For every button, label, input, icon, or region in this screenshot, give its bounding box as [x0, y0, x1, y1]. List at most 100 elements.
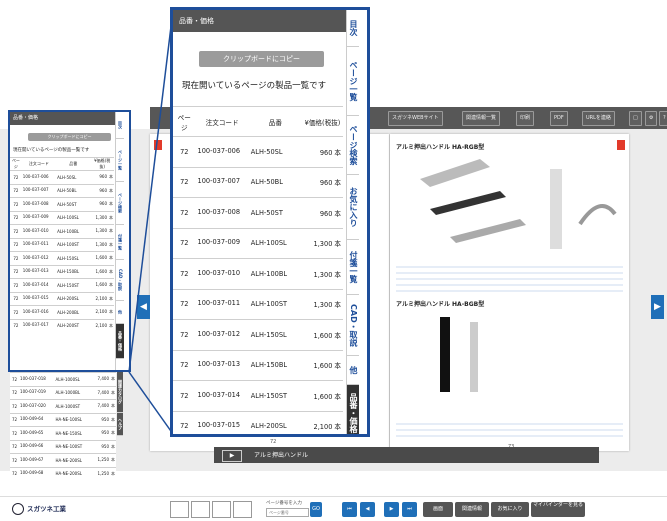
unit-text: 本 — [334, 301, 341, 310]
cell-text: 100-037-015 — [197, 421, 241, 430]
unit-text: 本 — [334, 423, 341, 432]
price-cell: 960 本 — [302, 166, 343, 198]
part-number-cell: ALH-150SL — [248, 319, 303, 350]
product-price-panel: 品番・価格 クリップボードにコピー 現在開いているページの製品一覧です ページ注… — [170, 7, 370, 437]
page-cell: 72 — [173, 380, 196, 411]
part-number-cell: ALH-100BL — [248, 258, 303, 289]
cell-text: 72 — [180, 147, 189, 156]
price-cell: 1,300 本 — [302, 258, 343, 289]
table-row[interactable]: 72 100-037-012 ALH-150SL 1,600 本 — [173, 319, 343, 350]
cell-text: 72 — [180, 208, 189, 217]
table-row[interactable]: 72 100-037-009 ALH-100SL 1,300 本 — [173, 227, 343, 259]
screen-button[interactable]: 画面 — [423, 502, 453, 517]
table-header-row: ページ 注文コード 品番 ¥価格(税抜) — [173, 106, 343, 137]
cell-text: 72 — [180, 269, 189, 278]
cell-text: 1,300 — [313, 240, 333, 249]
page-number-input[interactable] — [266, 508, 309, 517]
cell-text: 72 — [180, 422, 189, 431]
cell-text: 1,300 — [313, 301, 333, 310]
related-info-footer-button[interactable]: 関連情報 — [455, 502, 489, 517]
last-page-button[interactable]: ⏭ — [402, 502, 417, 517]
table-row[interactable]: 72 100-037-013 ALH-150BL 1,600 本 — [173, 349, 343, 381]
cell-text: 72 — [180, 330, 189, 339]
table-row[interactable]: 72 100-037-010 ALH-100BL 1,300 本 — [173, 258, 343, 289]
page-cell: 72 — [173, 319, 196, 350]
price-cell: 1,600 本 — [302, 380, 343, 411]
cell-text: 2,100 — [313, 423, 333, 432]
tab-4[interactable]: 付箋一覧 — [347, 240, 359, 295]
cell-text: 72 — [180, 300, 189, 309]
order-code-cell: 100-037-012 — [195, 319, 249, 350]
copy-to-clipboard-button[interactable]: クリップボードにコピー — [199, 51, 324, 67]
next-page-button[interactable]: ▶ — [384, 502, 399, 517]
brand-logo-icon — [12, 503, 24, 515]
order-code-cell: 100-037-007 — [195, 166, 249, 198]
page-cell: 72 — [173, 197, 196, 228]
info-icon[interactable] — [191, 501, 210, 518]
part-number-cell: ALH-50BL — [248, 166, 303, 198]
cell-text: ALH-50ST — [250, 208, 283, 217]
tab-2[interactable]: ページ検索 — [347, 116, 359, 175]
cell-text: 100-037-008 — [197, 207, 241, 216]
cell-text: ALH-150ST — [250, 391, 288, 400]
order-code-cell: 100-037-011 — [195, 288, 249, 320]
cell-text: 72 — [180, 239, 189, 248]
tab-0[interactable]: 目次 — [347, 10, 359, 47]
cell-text: 960 — [319, 209, 333, 218]
cell-text: ALH-50BL — [250, 178, 283, 187]
cell-text: 100-037-014 — [197, 390, 241, 399]
tab-6[interactable]: 他 — [347, 356, 359, 385]
unit-text: 本 — [334, 331, 341, 340]
cell-text: 100-037-010 — [197, 268, 241, 277]
price-cell: 2,100 本 — [302, 410, 343, 434]
tab-5[interactable]: CAD・取説 — [347, 295, 359, 356]
tab-1[interactable]: ページ一覧 — [347, 47, 359, 116]
page-cell: 72 — [173, 227, 196, 259]
panel-header: 品番・価格 — [173, 10, 367, 32]
page-icon[interactable] — [233, 501, 252, 518]
table-row[interactable]: 72 100-037-015 ALH-200SL 2,100 本 — [173, 410, 343, 434]
my-binder-button[interactable]: マイバインダーを見る — [531, 502, 585, 517]
panel-tabs: 目次ページ一覧ページ検索お気に入り付箋一覧CAD・取説他品番・価格関 — [346, 10, 367, 434]
first-page-button[interactable]: ⏮ — [342, 502, 357, 517]
table-row[interactable]: 72 100-037-014 ALH-150ST 1,600 本 — [173, 380, 343, 411]
tab-7[interactable]: 品番・価格 — [347, 385, 359, 434]
cell-text: ALH-100ST — [250, 300, 288, 309]
unit-text: 本 — [334, 209, 341, 218]
order-code-cell: 100-037-014 — [195, 380, 249, 411]
cell-text: 100-037-011 — [197, 299, 241, 308]
table-row[interactable]: 72 100-037-008 ALH-50ST 960 本 — [173, 197, 343, 228]
price-cell: 1,300 本 — [302, 288, 343, 320]
cell-text: 100-037-007 — [197, 177, 241, 186]
page-input-label: ページ番号を入力 — [266, 501, 302, 506]
unit-text: 本 — [334, 148, 341, 157]
unit-text: 本 — [334, 362, 341, 371]
go-button[interactable]: GO — [310, 502, 322, 517]
order-code-cell: 100-037-015 — [195, 410, 249, 434]
cell-text: 100-037-009 — [197, 238, 241, 247]
price-cell: 1,300 本 — [302, 227, 343, 259]
part-number-cell: ALH-200SL — [248, 410, 303, 434]
table-row[interactable]: 72 100-037-007 ALH-50BL 960 本 — [173, 166, 343, 198]
page-cell: 72 — [173, 258, 196, 289]
prev-page-button[interactable]: ◀ — [360, 502, 375, 517]
column-header: 注文コード — [195, 106, 249, 137]
cell-text: 72 — [180, 361, 189, 370]
price-cell: 1,600 本 — [302, 349, 343, 381]
cell-text: ALH-150BL — [250, 361, 288, 370]
cell-text: 1,600 — [313, 331, 333, 340]
unit-text: 本 — [334, 240, 341, 249]
pen-icon[interactable] — [212, 501, 231, 518]
part-number-cell: ALH-100ST — [248, 288, 303, 320]
toc-icon[interactable] — [170, 501, 189, 518]
part-number-cell: ALH-150BL — [248, 349, 303, 381]
part-number-cell: ALH-50SL — [248, 136, 303, 167]
cell-text: ALH-50SL — [250, 147, 283, 156]
part-number-cell: ALH-100SL — [248, 227, 303, 259]
part-number-cell: ALH-50ST — [248, 197, 303, 228]
brand-logo: スガツネ工業 — [27, 505, 66, 513]
table-row[interactable]: 72 100-037-011 ALH-100ST 1,300 本 — [173, 288, 343, 320]
favorites-button[interactable]: お気に入り — [491, 502, 529, 517]
table-row[interactable]: 72 100-037-006 ALH-50SL 960 本 — [173, 136, 343, 167]
tab-3[interactable]: お気に入り — [347, 175, 359, 240]
